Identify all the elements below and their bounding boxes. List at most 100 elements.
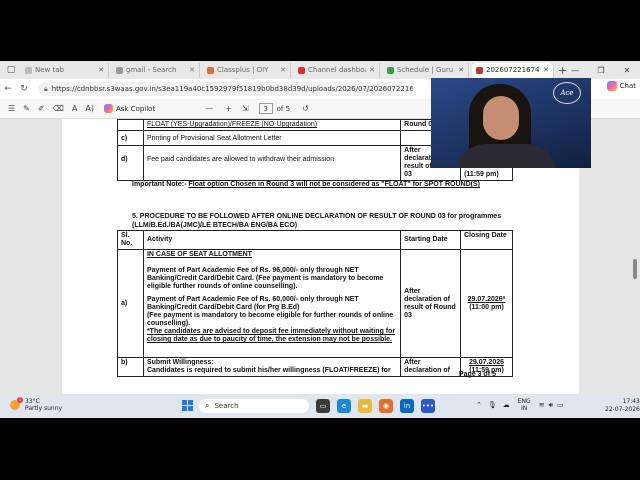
weather-icon: 1 [10,397,23,410]
draw-icon[interactable]: ✐ [38,104,45,113]
page-number-input[interactable]: 3 [258,103,273,114]
zoom-controls: — + ⇲ 3 of 5 ↺ [205,103,309,114]
rotate-icon[interactable]: ↺ [302,104,309,113]
row-b-sl: b) [117,357,144,377]
close-icon[interactable]: ✕ [543,66,549,74]
weather-widget[interactable]: 1 33°C Partly sunny [10,397,62,412]
tab-new-tab[interactable]: New tab ✕ [21,62,109,78]
firefox-icon[interactable]: ◉ [379,399,393,413]
tab-classplus[interactable]: Classplus | DIY ✕ [203,62,291,78]
url-field[interactable]: 🔒︎ https://cdnbbsr.s3waas.gov.in/s3ea119… [38,82,413,96]
row-a-close-time: (11:00 pm) [469,303,504,311]
cloud-icon[interactable]: ☁ [503,401,510,409]
tab-actions-icon[interactable]: ▢ [4,63,18,77]
row-a-activity: IN CASE OF SEAT ALLOTMENT Payment of Par… [142,249,402,358]
chevron-up-icon[interactable]: ⌃ [476,401,482,409]
page-total: of 5 [276,104,291,113]
row-b-start: After declaration of [400,357,461,377]
lock-icon: 🔒︎ [44,84,48,93]
taskbar: 1 33°C Partly sunny ⌕ Search ▭ e ▬ ◉ in … [0,394,640,418]
microphone-icon[interactable]: 🎙︎ [488,401,497,409]
tab-label: Channel dashboard [308,66,366,74]
close-icon[interactable]: ✕ [458,66,464,74]
tab-label: 20260722167436884 [486,66,540,74]
chat-label: Chat [619,82,636,90]
lang-line2: IN [521,405,528,412]
weather-desc: Partly sunny [25,405,63,412]
tab-pdf[interactable]: 20260722167436884 ✕ [472,62,554,78]
header-activity: Activity [142,230,402,250]
linkedin-icon[interactable]: in [400,399,414,413]
contents-icon[interactable]: ☰ [8,104,15,113]
presenter-body [456,144,556,168]
taskbar-search[interactable]: ⌕ Search [199,399,309,413]
tab-gmail-search[interactable]: gmail - Search ✕ [112,62,200,78]
row-a-p3: (Fee payment is mandatory to become elig… [146,312,394,327]
close-window-button[interactable]: ✕ [614,66,640,75]
tab-channel-dashboard[interactable]: Channel dashboard ✕ [294,62,380,78]
maximize-button[interactable]: ❐ [588,66,614,75]
back-button[interactable]: ← [0,84,16,94]
refresh-button[interactable]: ↻ [16,84,32,94]
header-starting-date: Starting Date [400,230,461,250]
close-icon[interactable]: ✕ [369,66,375,74]
row-a-p4: *The candidates are advised to deposit f… [146,328,396,343]
close-icon[interactable]: ✕ [98,66,104,74]
row-b-activity: Submit Willingness: Candidates is requir… [142,357,402,377]
text-icon[interactable]: A [72,104,77,113]
copilot-chat-button[interactable]: Chat [606,81,636,91]
url-text: https://cdnbbsr.s3waas.gov.in/s3ea119a40… [51,85,413,93]
tab-favicon-icon [387,66,394,74]
row-b-text: Candidates is required to submit his/her… [146,367,391,374]
clock-date: 22-07-2026 [605,406,640,413]
row-a-p1: Payment of Part Academic Fee of Rs. 96,0… [146,267,384,290]
copilot-icon [606,81,617,91]
read-aloud-icon[interactable]: A) [85,104,94,113]
clock[interactable]: 17:43 22-07-2026 [605,398,640,414]
scrollbar-thumb[interactable] [633,259,637,279]
row-a-start: After declaration of result of Round 03 [400,249,461,358]
taskbar-apps: ▭ e ▬ ◉ in ••• [316,399,442,413]
system-tray: ⌃ 🎙︎ ☁ ENG IN ≋ 🔊︎ ▭ [476,398,564,412]
table-header-row: Sl. No. Activity Starting Date Closing D… [117,230,513,250]
tab-label: Classplus | DIY [217,66,269,74]
edge-icon[interactable]: e [337,399,351,413]
procedure-table: Sl. No. Activity Starting Date Closing D… [117,230,513,377]
pdf-icon [476,66,483,74]
important-note-text: Float option Chosen in Round 3 will not … [188,181,480,188]
page-footer: Page 3 of 5 [459,371,496,378]
task-view-icon[interactable]: ▭ [316,399,330,413]
ask-copilot-button[interactable]: Ask Copilot [103,104,155,113]
fit-page-icon[interactable]: ⇲ [242,104,249,113]
table-row: b) Submit Willingness: Candidates is req… [117,357,513,377]
windows-start-icon[interactable] [182,400,193,411]
important-note: Important Note:- Float option Chosen in … [132,181,480,188]
wifi-icon[interactable]: ≋ [539,401,545,409]
close-icon[interactable]: ✕ [280,66,286,74]
battery-icon[interactable]: ▭ [557,401,564,409]
row-a-close: 29.07.2026* (11:00 pm) [460,249,513,358]
weather-temp: 33°C [25,398,40,405]
tab-label: gmail - Search [126,66,177,74]
tab-schedule[interactable]: Schedule | Guru Gob ✕ [383,62,469,78]
zoom-out-button[interactable]: — [205,104,213,113]
weather-text: 33°C Partly sunny [25,398,62,412]
highlight-icon[interactable]: ✎ [23,104,30,113]
language-indicator[interactable]: ENG IN [518,398,531,412]
notification-badge: 1 [17,397,23,403]
close-icon[interactable]: ✕ [189,66,195,74]
header-sl: Sl. No. [117,230,144,250]
presenter-face [483,96,519,140]
volume-icon[interactable]: 🔊︎ [549,401,553,410]
tab-favicon-icon [116,66,123,74]
zoom-in-button[interactable]: + [225,104,232,113]
minimize-button[interactable]: — [562,66,588,75]
row-b-heading: Submit Willingness: [146,359,214,366]
copilot-icon [103,104,113,113]
app-icon[interactable]: ••• [421,399,435,413]
search-icon: ⌕ [205,401,210,410]
table-cell [117,119,144,131]
row-a-p2: Payment of Part Academic Fee of Rs. 60,0… [146,296,359,311]
erase-icon[interactable]: ⌫ [53,104,64,113]
file-explorer-icon[interactable]: ▬ [358,399,372,413]
